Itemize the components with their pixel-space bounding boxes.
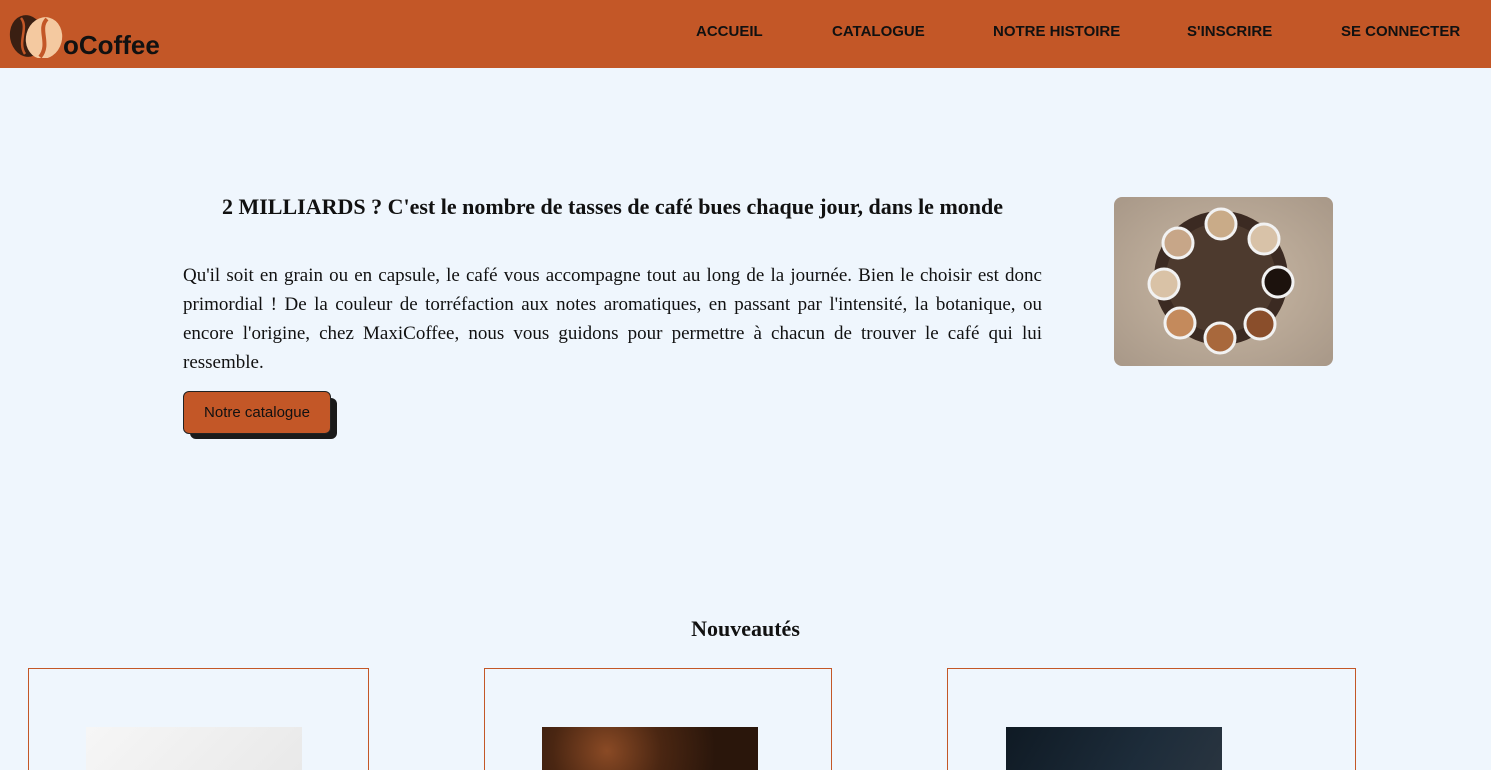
catalogue-button[interactable]: Notre catalogue (183, 391, 331, 434)
nav-item-se-connecter[interactable]: SE CONNECTER (1341, 23, 1460, 41)
hero-title: 2 MILLIARDS ? C'est le nombre de tasses … (221, 194, 1004, 219)
coffee-cups-photo (1114, 197, 1333, 366)
product-card[interactable] (947, 668, 1356, 770)
product-card[interactable] (484, 668, 832, 770)
nav-item-notre-histoire[interactable]: NOTRE HISTOIRE (993, 23, 1120, 41)
nav-item-accueil[interactable]: ACCUEIL (696, 23, 763, 41)
nav-item-catalogue[interactable]: CATALOGUE (832, 23, 925, 41)
logo[interactable]: oCoffee (7, 14, 177, 60)
product-image (86, 727, 302, 770)
nav-item-sinscrire[interactable]: S'INSCRIRE (1187, 23, 1272, 41)
logo-text: oCoffee (63, 30, 160, 60)
header: oCoffee ACCUEIL CATALOGUE NOTRE HISTOIRE… (0, 0, 1491, 68)
hero-description: Qu'il soit en grain ou en capsule, le ca… (183, 265, 1042, 373)
product-image (1006, 727, 1222, 770)
product-image (542, 727, 758, 770)
coffee-bean-logo-icon (9, 15, 63, 58)
product-card[interactable] (28, 668, 369, 770)
coffee-cups-image (1114, 197, 1333, 366)
news-section-title: Nouveautés (691, 616, 800, 641)
